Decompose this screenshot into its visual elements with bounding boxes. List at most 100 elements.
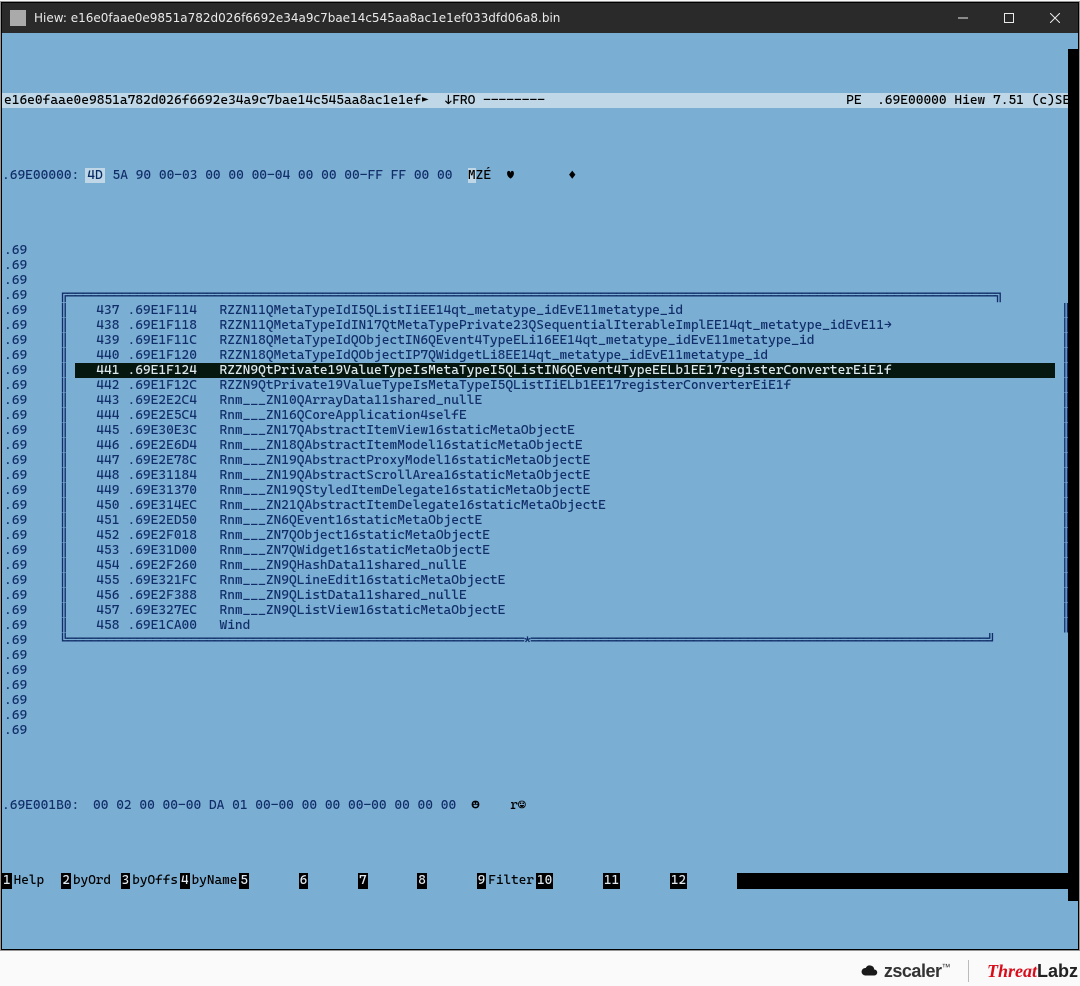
row-symbol: Rnm___ZN17QAbstractItemView16staticMetaO… (219, 423, 1054, 438)
fkey-label-byOrd[interactable]: byOrd (71, 873, 121, 889)
row-ordinal: 437 (75, 303, 127, 318)
gutter-cell: .69 (2, 438, 42, 453)
names-list-row[interactable]: 441.69E1F124RZZN9QtPrivate19ValueTypeIsM… (75, 363, 1054, 378)
names-list-row[interactable]: 438.69E1F118RZZN11QMetaTypeIdIN17QtMetaT… (75, 318, 1054, 333)
fkey-label-blank[interactable] (687, 873, 737, 889)
fkey-label-blank[interactable] (620, 873, 670, 889)
fkey-label-blank[interactable] (368, 873, 418, 889)
gutter-cell: .69 (2, 288, 42, 303)
gutter-cell: .69 (2, 708, 42, 723)
row-symbol: Rnm___ZN7QObject16staticMetaObjectE (219, 528, 1054, 543)
fkey-number: 12 (670, 873, 687, 889)
gutter-cell: .69 (2, 318, 42, 333)
threatlabz-logo: ThreatLabz (987, 961, 1078, 982)
row-symbol: RZZN18QMetaTypeIdQObjectIP7QWidgetLi8EE1… (219, 348, 1054, 363)
gutter-cell: .69 (2, 558, 42, 573)
gutter-cell: .69 (2, 423, 42, 438)
hex-rest: 5A 90 00-03 00 00 00-04 00 00 00-FF FF 0… (105, 168, 468, 183)
row-ordinal: 456 (75, 588, 127, 603)
hex-first-byte: 4D (85, 168, 104, 183)
names-list-row[interactable]: 439.69E1F11CRZZN18QMetaTypeIdQObjectIN6Q… (75, 333, 1054, 348)
top-arrow-icon: ► (421, 93, 429, 108)
names-list-row[interactable]: 451.69E2ED50Rnm___ZN6QEvent16staticMetaO… (75, 513, 1054, 528)
hex-addr-last: .69E001B0: (2, 798, 85, 813)
row-address: .69E321FC (127, 573, 219, 588)
gutter-cell: .69 (2, 603, 42, 618)
fkey-label-blank[interactable] (308, 873, 358, 889)
names-list-row[interactable]: 448.69E31184Rnm___ZN19QAbstractScrollAre… (75, 468, 1054, 483)
names-list-row[interactable]: 455.69E321FCRnm___ZN9QLineEdit16staticMe… (75, 573, 1054, 588)
row-ordinal: 449 (75, 483, 127, 498)
row-address: .69E1F118 (127, 318, 219, 333)
gutter-cell: .69 (2, 303, 42, 318)
names-list-row[interactable]: 449.69E31370Rnm___ZN19QStyledItemDelegat… (75, 483, 1054, 498)
gutter-cell: .69 (2, 393, 42, 408)
zscaler-logo: zscaler™ (860, 961, 950, 982)
row-address: .69E1F120 (127, 348, 219, 363)
hex-bytes-last: 00 02 00 00-00 DA 01 00-00 00 00 00-00 0… (85, 798, 471, 813)
names-list-row[interactable]: 443.69E2E2C4Rnm___ZN10QArrayData11shared… (75, 393, 1054, 408)
row-symbol: RZZN9QtPrivate19ValueTypeIsMetaTypeI5QLi… (219, 363, 1054, 378)
row-ordinal: 451 (75, 513, 127, 528)
row-symbol: Rnm___ZN16QCoreApplication4selfE (219, 408, 1054, 423)
row-address: .69E2E78C (127, 453, 219, 468)
row-symbol: Rnm___ZN9QLineEdit16staticMetaObjectE (219, 573, 1054, 588)
names-list-row[interactable]: 442.69E1F12CRZZN9QtPrivate19ValueTypeIsM… (75, 378, 1054, 393)
names-list-row[interactable]: 444.69E2E5C4Rnm___ZN16QCoreApplication4s… (75, 408, 1054, 423)
fkey-label-Filter[interactable]: Filter (486, 873, 536, 889)
names-list-row[interactable]: 452.69E2F018Rnm___ZN7QObject16staticMeta… (75, 528, 1054, 543)
row-ordinal: 442 (75, 378, 127, 393)
fkey-label-byOffs[interactable]: byOffs (130, 873, 180, 889)
fkey-label-byName[interactable]: byName (190, 873, 240, 889)
row-ordinal: 440 (75, 348, 127, 363)
gutter-cell: .69 (2, 513, 42, 528)
gutter-cell: .69 (2, 723, 42, 738)
fkey-label-blank[interactable] (553, 873, 603, 889)
names-list-row[interactable]: 453.69E31D00Rnm___ZN7QWidget16staticMeta… (75, 543, 1054, 558)
names-list-row[interactable]: 456.69E2F388Rnm___ZN9QListData11shared_n… (75, 588, 1054, 603)
names-list-row[interactable]: 454.69E2F260Rnm___ZN9QHashData11shared_n… (75, 558, 1054, 573)
close-button[interactable] (1032, 3, 1078, 33)
fkey-bar: 1Help 2byOrd 3byOffs4byName5 6 7 8 9Filt… (2, 873, 1078, 889)
top-info-bar: e16e0faae0e9851a782d026f6692e34a9c7bae14… (2, 93, 1078, 108)
row-symbol: Rnm___ZN9QListData11shared_nullE (219, 588, 1054, 603)
row-ordinal: 438 (75, 318, 127, 333)
fkey-label-blank[interactable] (249, 873, 299, 889)
brand-row: zscaler™ ThreatLabz (2, 960, 1078, 982)
window-frame: Hiew: e16e0faae0e9851a782d026f6692e34a9c… (1, 2, 1079, 950)
box-border-top: ╔═══════════════════════════════════════… (42, 288, 1078, 303)
row-ordinal: 454 (75, 558, 127, 573)
fkey-number: 11 (603, 873, 620, 889)
names-list-row[interactable]: 457.69E327ECRnm___ZN9QListView16staticMe… (75, 603, 1054, 618)
top-pe-info: PE .69E00000 (846, 93, 946, 108)
row-ordinal: 446 (75, 438, 127, 453)
window-titlebar[interactable]: Hiew: e16e0faae0e9851a782d026f6692e34a9c… (2, 3, 1078, 33)
names-list-row[interactable]: 445.69E30E3CRnm___ZN17QAbstractItemView1… (75, 423, 1054, 438)
fkey-label-blank[interactable] (427, 873, 477, 889)
names-list-row[interactable]: 447.69E2E78CRnm___ZN19QAbstractProxyMode… (75, 453, 1054, 468)
row-address: .69E1F114 (127, 303, 219, 318)
fkey-number: 2 (61, 873, 71, 889)
gutter-cell: .69 (2, 273, 42, 288)
row-address: .69E2F388 (127, 588, 219, 603)
maximize-button[interactable] (986, 3, 1032, 33)
names-list-row[interactable]: 458.69E1CA00Wind (75, 618, 1054, 633)
fkey-number: 6 (299, 873, 309, 889)
names-list-row[interactable]: 440.69E1F120RZZN18QMetaTypeIdQObjectIP7Q… (75, 348, 1054, 363)
fkey-number: 3 (121, 873, 131, 889)
names-list-row[interactable]: 446.69E2E6D4Rnm___ZN18QAbstractItemModel… (75, 438, 1054, 453)
fkey-label-Help[interactable]: Help (12, 873, 62, 889)
gutter-cell: .69 (2, 573, 42, 588)
scrollbar[interactable] (1068, 49, 1078, 901)
row-symbol: Rnm___ZN9QListView16staticMetaObjectE (219, 603, 1054, 618)
row-address: .69E1F12C (127, 378, 219, 393)
names-list-row[interactable]: 437.69E1F114RZZN11QMetaTypeIdI5QListIiEE… (75, 303, 1054, 318)
row-ordinal: 450 (75, 498, 127, 513)
hiew-console: e16e0faae0e9851a782d026f6692e34a9c7bae14… (2, 33, 1078, 949)
gutter-cell: .69 (2, 453, 42, 468)
row-ordinal: 443 (75, 393, 127, 408)
names-list-row[interactable]: 450.69E314ECRnm___ZN21QAbstractItemDeleg… (75, 498, 1054, 513)
top-flags: ↓FRO -------- (444, 93, 544, 108)
minimize-button[interactable] (940, 3, 986, 33)
gutter-cell: .69 (2, 693, 42, 708)
